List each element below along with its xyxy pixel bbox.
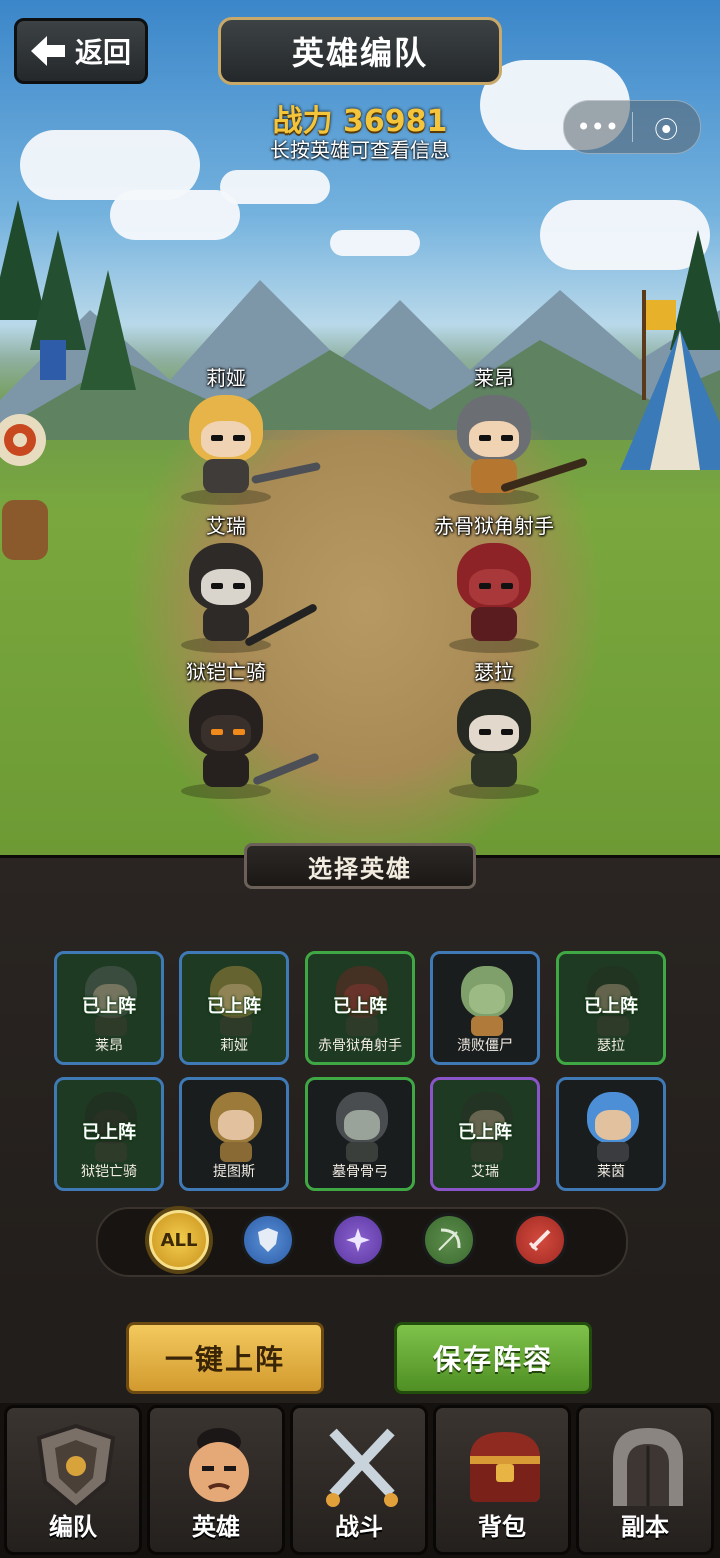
hero-card-name: 提图斯 <box>213 1164 255 1180</box>
hero-card-name: 莉娅 <box>220 1038 248 1054</box>
treasure-chest-icon <box>470 1432 540 1502</box>
bow-icon <box>438 1228 461 1251</box>
action-area <box>0 1313 720 1403</box>
deployed-label: 已上阵 <box>458 1122 512 1143</box>
close-program-button[interactable]: ⦿ <box>633 101 701 153</box>
nav-label: 编队 <box>49 1513 97 1541</box>
filter-all-button[interactable]: ALL <box>149 1210 209 1270</box>
page-title: 英雄编队 <box>218 17 502 85</box>
back-arrow-icon <box>30 36 65 66</box>
hero-card-name: 狱铠亡骑 <box>81 1164 137 1180</box>
nav-label: 副本 <box>621 1513 669 1541</box>
hero-card-horn-archer[interactable]: 已上阵 赤骨狱角射手 <box>305 951 415 1065</box>
auto-deploy-button[interactable]: 一键上阵 <box>126 1322 324 1394</box>
hero-card-name: 溃败僵尸 <box>457 1038 513 1054</box>
hero-name: 狱铠亡骑 <box>186 660 266 684</box>
hero-card-lia[interactable]: 已上阵 莉娅 <box>179 951 289 1065</box>
hero-name: 莱昂 <box>474 366 514 390</box>
formation-slot-5[interactable]: 狱铠亡骑 <box>156 656 320 799</box>
crossed-swords-icon <box>326 1428 398 1507</box>
sparkle-icon <box>346 1228 370 1252</box>
all-icon: ALL <box>160 1229 198 1251</box>
nav-label: 战斗 <box>335 1513 383 1541</box>
formation-slot-2[interactable]: 莱昂 <box>424 362 589 505</box>
hero-card-titus[interactable]: 提图斯 <box>179 1077 289 1191</box>
filter-warrior-button[interactable] <box>513 1213 567 1267</box>
deployed-label: 已上阵 <box>584 996 638 1017</box>
hero-card-name: 莱昂 <box>95 1038 123 1054</box>
hero-card-eri[interactable]: 已上阵 艾瑞 <box>430 1077 540 1191</box>
nav-formation[interactable]: 编队 <box>4 1405 142 1555</box>
hero-card-name: 瑟拉 <box>597 1038 625 1054</box>
hero-card-bone-archer[interactable]: 墓骨骨弓 <box>305 1077 415 1191</box>
hero-card-rhine[interactable]: 莱茵 <box>556 1077 666 1191</box>
hero-card-name: 莱茵 <box>597 1164 625 1180</box>
hero-card-name: 艾瑞 <box>471 1164 499 1180</box>
deployed-label: 已上阵 <box>82 1122 136 1143</box>
panel-title: 选择英雄 <box>244 843 476 889</box>
nav-battle[interactable]: 战斗 <box>290 1405 428 1555</box>
deployed-label: 已上阵 <box>82 996 136 1017</box>
hero-sprite <box>171 539 319 653</box>
hero-sprite <box>439 539 549 653</box>
hero-portrait-icon <box>189 1428 249 1502</box>
hero-name: 艾瑞 <box>206 514 246 538</box>
formation-slot-1[interactable]: 莉娅 <box>156 362 322 505</box>
hero-card-sera[interactable]: 已上阵 瑟拉 <box>556 951 666 1065</box>
filter-archer-button[interactable] <box>422 1213 476 1267</box>
save-lineup-button[interactable]: 保存阵容 <box>394 1322 592 1394</box>
back-label: 返回 <box>74 36 131 69</box>
formation-shield-icon <box>36 1423 116 1511</box>
hero-card-name: 赤骨狱角射手 <box>318 1038 402 1054</box>
formation-slot-4[interactable]: 赤骨狱角射手 <box>424 510 564 653</box>
hero-sprite <box>171 685 320 799</box>
hero-sprite <box>439 391 589 505</box>
back-button[interactable]: 返回 <box>14 18 148 84</box>
more-menu-button[interactable]: ••• <box>564 101 632 153</box>
dungeon-door-icon <box>613 1428 683 1506</box>
filter-mage-button[interactable] <box>331 1213 385 1267</box>
hero-card-name: 墓骨骨弓 <box>332 1164 388 1180</box>
hero-card-zombie[interactable]: 溃败僵尸 <box>430 951 540 1065</box>
sword-icon <box>528 1229 551 1252</box>
nav-heroes[interactable]: 英雄 <box>147 1405 285 1555</box>
deployed-label: 已上阵 <box>207 996 261 1017</box>
hero-name: 瑟拉 <box>474 660 514 684</box>
mini-program-capsule: ••• ⦿ <box>563 100 701 154</box>
hero-name: 莉娅 <box>206 366 246 390</box>
more-dots-icon: ••• <box>576 113 619 141</box>
hero-name: 赤骨狱角射手 <box>434 514 554 538</box>
hero-card-leon[interactable]: 已上阵 莱昂 <box>54 951 164 1065</box>
nav-bag[interactable]: 背包 <box>433 1405 571 1555</box>
nav-dungeon[interactable]: 副本 <box>576 1405 714 1555</box>
shield-icon <box>258 1228 278 1252</box>
formation-slot-3[interactable]: 艾瑞 <box>156 510 319 653</box>
deployed-label: 已上阵 <box>333 996 387 1017</box>
formation-slot-6[interactable]: 瑟拉 <box>424 656 564 799</box>
hero-sprite <box>171 391 322 505</box>
hero-sprite <box>439 685 549 799</box>
hero-card-hell-knight[interactable]: 已上阵 狱铠亡骑 <box>54 1077 164 1191</box>
filter-tank-button[interactable] <box>241 1213 295 1267</box>
nav-label: 背包 <box>478 1513 526 1541</box>
close-target-icon: ⦿ <box>654 115 679 144</box>
nav-label: 英雄 <box>192 1513 240 1541</box>
